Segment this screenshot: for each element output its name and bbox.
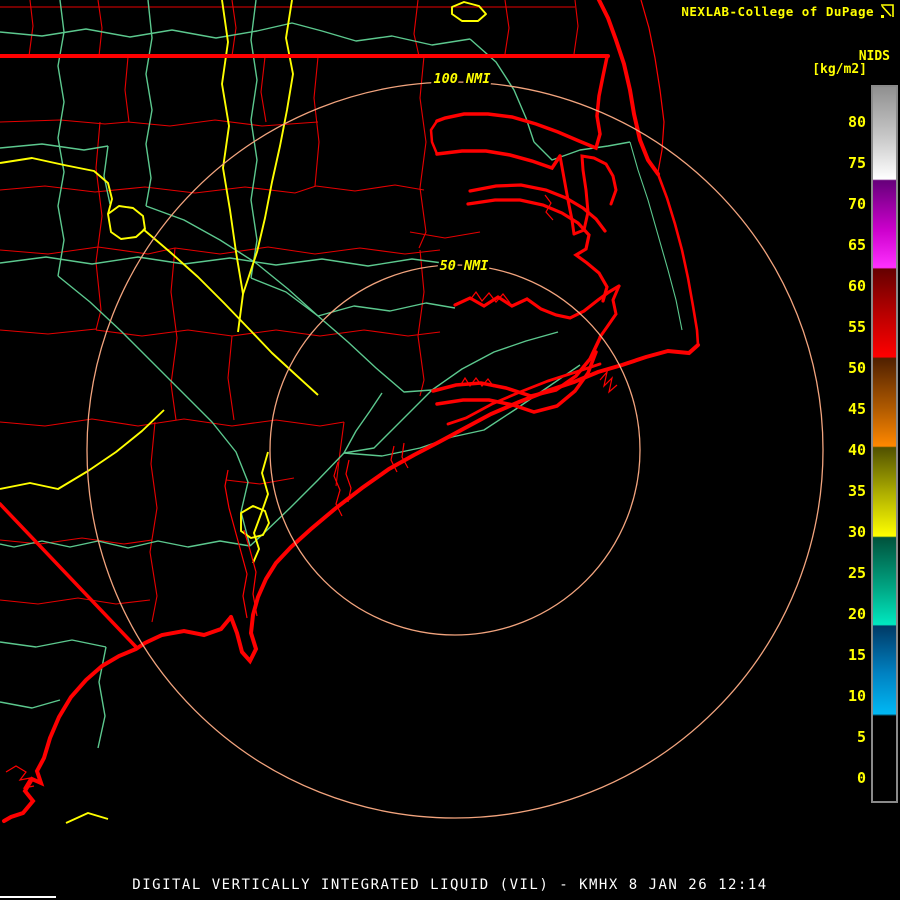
albemarle-south-shore xyxy=(435,149,562,171)
radar-display: 50 NMI 100 NMI NEXLAB-College of DuPage … xyxy=(0,0,900,900)
bottom-left-line xyxy=(0,896,56,898)
sc-nc-border-line xyxy=(0,502,139,650)
county-line xyxy=(339,421,345,453)
county-line xyxy=(409,231,481,239)
county-line xyxy=(0,537,153,545)
scale-units-label: [kg/m2] xyxy=(812,62,867,77)
county-line xyxy=(0,185,317,194)
county-line xyxy=(313,56,320,187)
road-green xyxy=(317,302,456,317)
county-line xyxy=(124,56,130,123)
road-green xyxy=(145,0,153,207)
colorbar-tick-label: 50 xyxy=(847,359,866,377)
county-line xyxy=(97,0,103,57)
county-line xyxy=(227,335,235,421)
county-line xyxy=(315,184,425,192)
city-ring-road xyxy=(107,205,146,240)
county-line xyxy=(225,477,295,485)
road-green xyxy=(0,699,61,709)
radar-map-canvas: 50 NMI 100 NMI xyxy=(0,0,824,824)
road-green xyxy=(343,392,383,454)
footer-caption: DIGITAL VERTICALLY INTEGRATED LIQUID (VI… xyxy=(132,877,768,893)
road-green xyxy=(0,143,109,151)
county-line xyxy=(170,247,178,421)
alligator-river-bank xyxy=(572,154,618,236)
county-line xyxy=(0,597,151,605)
colorbar-tick-label: 80 xyxy=(847,113,866,131)
road-green xyxy=(57,275,251,547)
county-line xyxy=(0,328,97,335)
range-ring-labels: 50 NMI 100 NMI xyxy=(431,69,493,277)
neuse-river-north-bank xyxy=(431,336,602,398)
river-bank xyxy=(401,442,409,469)
county-line xyxy=(231,0,237,57)
county-line xyxy=(275,329,441,337)
range-ring-label-50nmi: 50 NMI xyxy=(440,258,489,274)
colorbar-tick-label: 20 xyxy=(847,605,866,623)
county-line xyxy=(174,246,441,255)
colorbar-tick-label: 5 xyxy=(856,728,866,746)
county-line xyxy=(149,421,158,623)
colorbar-tick-label: 0 xyxy=(856,769,866,787)
coastline-layer xyxy=(0,0,700,823)
colorbar-tick-label: 30 xyxy=(847,523,866,541)
road-green xyxy=(431,331,559,391)
county-line xyxy=(504,0,510,55)
road-green xyxy=(250,277,319,317)
road-yellow xyxy=(0,409,165,490)
county-line xyxy=(260,56,267,123)
pamlico-sound-shore xyxy=(598,284,621,339)
colorbar xyxy=(871,85,898,803)
colorbar-tick-label: 65 xyxy=(847,236,866,254)
county-line xyxy=(418,55,427,249)
road-yellow xyxy=(142,228,319,396)
cape-fear-coastline xyxy=(2,615,233,823)
road-green xyxy=(249,389,433,547)
road-green xyxy=(57,0,65,277)
marsh-detail xyxy=(599,369,618,394)
road-yellow xyxy=(65,812,109,824)
county-line xyxy=(0,119,129,125)
albemarle-west-shore xyxy=(429,119,439,156)
range-ring-50nmi xyxy=(269,264,641,636)
road-green xyxy=(250,0,258,279)
road-green xyxy=(0,639,107,648)
road-green xyxy=(0,256,451,267)
county-line xyxy=(417,249,425,397)
county-line xyxy=(413,0,420,57)
county-line xyxy=(0,246,176,255)
colorbar-tick-label: 45 xyxy=(847,400,866,418)
road-green xyxy=(145,205,433,393)
colorbar-tick-label: 70 xyxy=(847,195,866,213)
colorbar-tick-label: 25 xyxy=(847,564,866,582)
range-ring-label-100nmi: 100 NMI xyxy=(434,71,491,87)
county-line xyxy=(0,418,345,427)
road-yellow xyxy=(0,157,113,215)
colorbar-tick-label: 55 xyxy=(847,318,866,336)
shore-detail-layer xyxy=(5,0,665,789)
colorbar-tick-label: 75 xyxy=(847,154,866,172)
hatteras-coastline xyxy=(656,172,700,347)
county-line xyxy=(28,0,34,57)
colorbar-tick-label: 40 xyxy=(847,441,866,459)
header-title: NEXLAB-College of DuPage xyxy=(681,4,874,19)
pamlico-sound-shore xyxy=(453,284,621,320)
south-coastline xyxy=(229,343,700,665)
colorbar-tick-label: 10 xyxy=(847,687,866,705)
cod-logo-icon xyxy=(881,4,894,18)
road-green xyxy=(103,145,111,205)
colorbar-tick-label: 35 xyxy=(847,482,866,500)
county-line xyxy=(95,121,103,331)
colorbar-tick-label: 15 xyxy=(847,646,866,664)
city-ring-road xyxy=(451,1,487,22)
county-line xyxy=(573,0,579,55)
colorbar-tick-label: 60 xyxy=(847,277,866,295)
